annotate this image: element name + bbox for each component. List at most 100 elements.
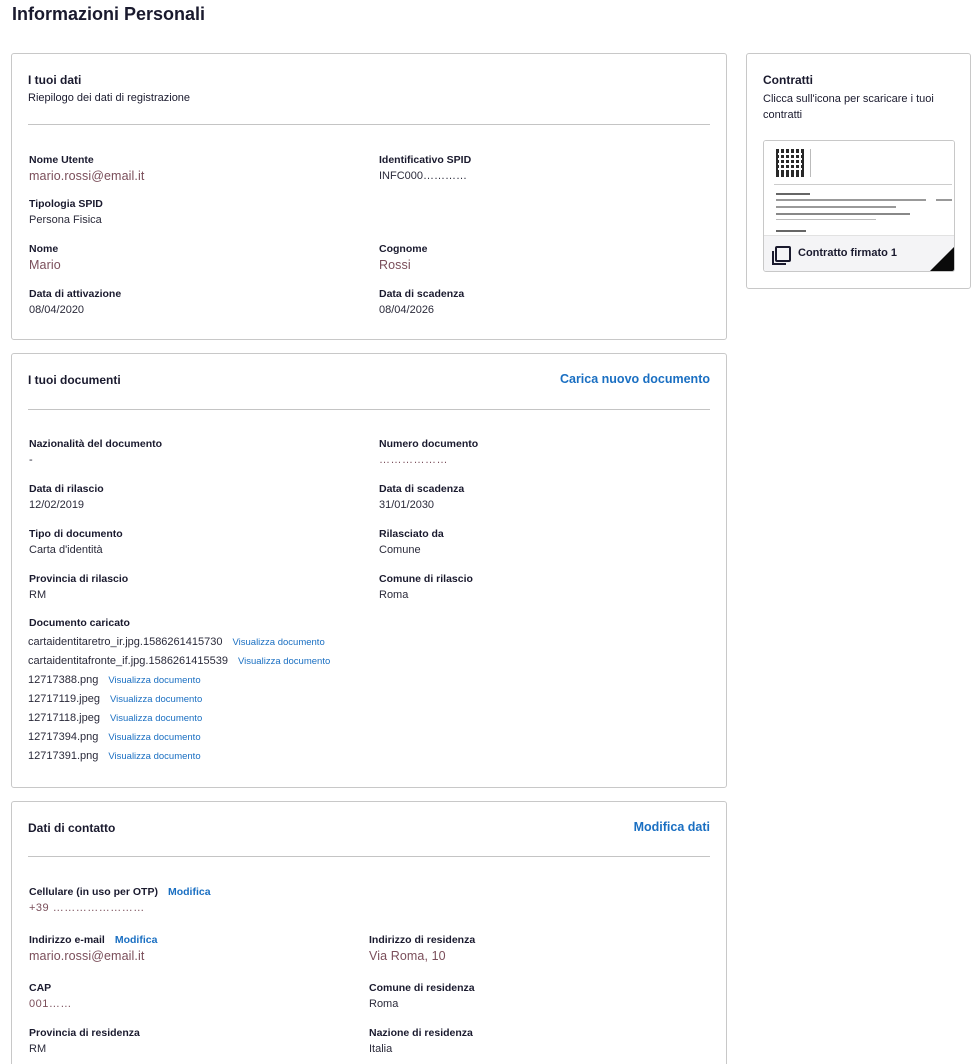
uploaded-file-row: 12717394.png Visualizza documento [28,731,201,743]
page-corner-icon [930,247,954,271]
field-value: +39 …………………… [29,902,145,914]
edit-data-link[interactable]: Modifica dati [634,820,710,834]
divider [28,124,710,125]
file-name: 12717119.jpeg [28,693,100,705]
issue-province-field: Provincia di rilascio RM [29,572,128,602]
spid-id-field: Identificativo SPID INFC000………… [379,153,471,183]
uploaded-documents-label: Documento caricato [29,616,130,630]
mobile-label: Cellulare (in uso per OTP) [29,886,158,898]
field-label: Documento caricato [29,617,130,629]
name-field: Nome Mario [29,242,61,272]
field-label: Tipologia SPID [29,198,103,210]
uploaded-file-row: 12717391.png Visualizza documento [28,750,201,762]
preview-line [810,149,811,177]
field-value: - [29,454,33,466]
field-label: Provincia di residenza [29,1027,140,1039]
page-title: Informazioni Personali [12,4,206,24]
doc-expiry-field: Data di scadenza 31/01/2030 [379,482,464,512]
documents-card: I tuoi documenti Carica nuovo documento … [11,353,727,788]
residence-country-field: Nazione di residenza Italia [369,1026,473,1056]
uploaded-file-row: 12717119.jpeg Visualizza documento [28,693,202,705]
field-value: Rossi [379,258,411,272]
field-label: Comune di rilascio [379,573,473,585]
field-value: ……………… [379,454,448,466]
card-title: Dati di contatto [28,821,116,835]
file-name: 12717118.jpeg [28,712,100,724]
view-document-link[interactable]: Visualizza documento [238,656,330,667]
divider [28,856,710,857]
view-document-link[interactable]: Visualizza documento [110,694,202,705]
field-label: Nome Utente [29,154,94,166]
issued-by-field: Rilasciato da Comune [379,527,444,557]
expiry-date-field: Data di scadenza 08/04/2026 [379,287,464,317]
edit-mobile-link[interactable]: Modifica [168,886,211,898]
mobile-field: Cellulare (in uso per OTP) Modifica +39 …… [29,885,211,915]
field-value: RM [29,1043,47,1055]
uploaded-file-row: 12717388.png Visualizza documento [28,674,201,686]
card-subtitle: Clicca sull'icona per scaricare i tuoi c… [763,93,934,121]
field-label: Indirizzo e-mail Modifica [29,933,157,947]
field-label: Data di scadenza [379,288,465,300]
edit-email-link[interactable]: Modifica [115,934,158,946]
card-title: I tuoi dati [28,73,82,87]
pdf-icon[interactable] [772,246,791,265]
field-label: Indirizzo di residenza [369,934,476,946]
preview-line [776,199,926,201]
preview-line [776,206,896,208]
field-value: Italia [369,1043,393,1055]
issue-municipality-field: Comune di rilascio Roma [379,572,473,602]
email-field: Indirizzo e-mail Modifica mario.rossi@ema… [29,933,157,963]
field-value: mario.rossi@email.it [29,949,145,963]
file-name: cartaidentitaretro_ir.jpg.1586261415730 [28,636,223,648]
field-value: 12/02/2019 [29,499,85,511]
postal-code-field: CAP 001…… [29,981,72,1011]
username-field: Nome Utente mario.rossi@email.it [29,153,144,183]
view-document-link[interactable]: Visualizza documento [108,675,200,686]
contract-label[interactable]: Contratto firmato 1 [798,247,897,259]
spid-type-field: Tipologia SPID Persona Fisica [29,197,103,227]
field-label: Data di rilascio [29,483,104,495]
activation-date-field: Data di attivazione 08/04/2020 [29,287,121,317]
upload-document-link[interactable]: Carica nuovo documento [560,372,710,386]
personal-data-card: I tuoi dati Riepilogo dei dati di regist… [11,53,727,340]
file-name: 12717391.png [28,750,99,762]
card-title: Contratti [763,73,813,87]
contract-preview [764,141,954,237]
field-label: Cellulare (in uso per OTP) Modifica [29,885,211,899]
field-value: Roma [379,589,409,601]
view-document-link[interactable]: Visualizza documento [108,751,200,762]
field-label: Cognome [379,243,428,255]
preview-line [936,199,952,201]
field-value: 001…… [29,998,72,1010]
qr-code-pattern [778,153,802,173]
field-value: RM [29,589,47,601]
divider [28,409,710,410]
field-label: Tipo di documento [29,528,123,540]
field-value: 08/04/2020 [29,304,85,316]
contract-download[interactable]: Contratto firmato 1 [763,140,955,272]
field-value: Carta d'identità [29,544,103,556]
field-label: Comune di residenza [369,982,475,994]
card-subtitle: Riepilogo dei dati di registrazione [28,92,191,104]
residence-province-field: Provincia di residenza RM [29,1026,140,1056]
contact-data-card: Dati di contatto Modifica dati Cellulare… [11,801,727,1064]
doc-type-field: Tipo di documento Carta d'identità [29,527,123,557]
view-document-link[interactable]: Visualizza documento [232,637,324,648]
uploaded-file-row: cartaidentitafronte_if.jpg.1586261415539… [28,655,330,667]
view-document-link[interactable]: Visualizza documento [110,713,202,724]
field-value: Comune [379,544,421,556]
field-value: 08/04/2026 [379,304,435,316]
preview-line [776,213,910,215]
field-label: Nazionalità del documento [29,438,163,450]
view-document-link[interactable]: Visualizza documento [108,732,200,743]
field-value: Persona Fisica [29,214,102,226]
preview-line [776,219,876,220]
field-value: INFC000………… [379,170,468,182]
field-value: mario.rossi@email.it [29,169,145,183]
doc-nationality-field: Nazionalità del documento - [29,437,162,467]
field-label: CAP [29,982,52,994]
field-value: Mario [29,258,61,272]
residence-municipality-field: Comune di residenza Roma [369,981,475,1011]
email-label: Indirizzo e-mail [29,934,105,946]
field-value: Roma [369,998,399,1010]
